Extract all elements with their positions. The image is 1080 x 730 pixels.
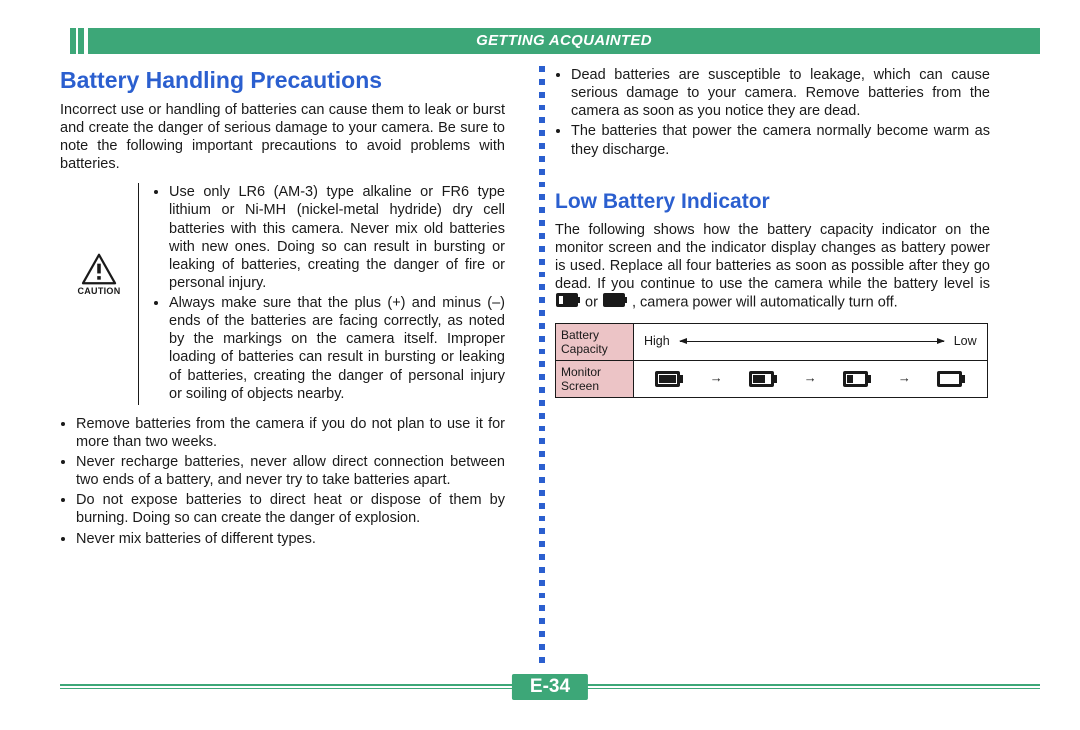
battery-full-icon [655, 371, 683, 387]
page-footer: E-34 [60, 680, 1040, 710]
list-item: Use only LR6 (AM-3) type alkaline or FR6… [169, 183, 505, 292]
cell-battery-capacity: Battery Capacity [556, 324, 634, 360]
battery-icon-empty [603, 293, 627, 312]
manual-page: GETTING ACQUAINTED Battery Handling Prec… [0, 0, 1080, 730]
label-high: High [644, 334, 670, 350]
right-column: Dead batteries are susceptible to leakag… [525, 66, 990, 656]
list-item: Always make sure that the plus (+) and m… [169, 294, 505, 403]
table-row: Battery Capacity High Low [556, 324, 987, 361]
battery-one-third-icon [843, 371, 871, 387]
arrow-right-icon: → [710, 370, 723, 386]
battery-empty-icon [937, 371, 965, 387]
intro-paragraph: Incorrect use or handling of batteries c… [60, 101, 505, 174]
caution-icon-block: CAUTION [60, 183, 138, 405]
text-fragment: The following shows how the battery capa… [555, 222, 990, 292]
cell-capacity-scale: High Low [634, 324, 987, 360]
heading-precautions: Battery Handling Precautions [60, 66, 505, 95]
table-row: Monitor Screen → → → [556, 361, 987, 397]
header-accent [70, 28, 76, 54]
content-columns: Battery Handling Precautions Incorrect u… [60, 66, 1040, 656]
arrow-right-icon: → [898, 370, 911, 386]
section-header: GETTING ACQUAINTED [60, 28, 1040, 54]
warning-triangle-icon [81, 253, 117, 285]
list-item: Never recharge batteries, never allow di… [76, 453, 505, 489]
battery-two-thirds-icon [749, 371, 777, 387]
list-item: The batteries that power the camera norm… [571, 122, 990, 158]
battery-table: Battery Capacity High Low Monitor Screen… [555, 323, 988, 398]
header-accent [78, 28, 84, 54]
column-divider [539, 66, 545, 670]
text-fragment: , camera power will automatically turn o… [632, 295, 898, 311]
section-title: GETTING ACQUAINTED [88, 28, 1040, 54]
cell-battery-icons: → → → [634, 361, 987, 397]
low-battery-paragraph: The following shows how the battery capa… [555, 221, 990, 313]
caution-label: CAUTION [60, 286, 138, 297]
text-fragment: or [585, 295, 602, 311]
list-item: Do not expose batteries to direct heat o… [76, 491, 505, 527]
list-item: Remove batteries from the camera if you … [76, 415, 505, 451]
list-item: Dead batteries are susceptible to leakag… [571, 66, 990, 120]
heading-low-battery: Low Battery Indicator [555, 189, 990, 215]
caution-text: Use only LR6 (AM-3) type alkaline or FR6… [138, 183, 505, 405]
precaution-list: Remove batteries from the camera if you … [60, 415, 505, 548]
caution-box: CAUTION Use only LR6 (AM-3) type alkalin… [60, 183, 505, 405]
double-arrow-icon [680, 341, 944, 342]
label-low: Low [954, 334, 977, 350]
list-item: Never mix batteries of different types. [76, 530, 505, 548]
page-number: E-34 [512, 674, 588, 700]
battery-icon-low [556, 293, 580, 312]
arrow-right-icon: → [804, 370, 817, 386]
cell-monitor-screen: Monitor Screen [556, 361, 634, 397]
left-column: Battery Handling Precautions Incorrect u… [60, 66, 525, 656]
